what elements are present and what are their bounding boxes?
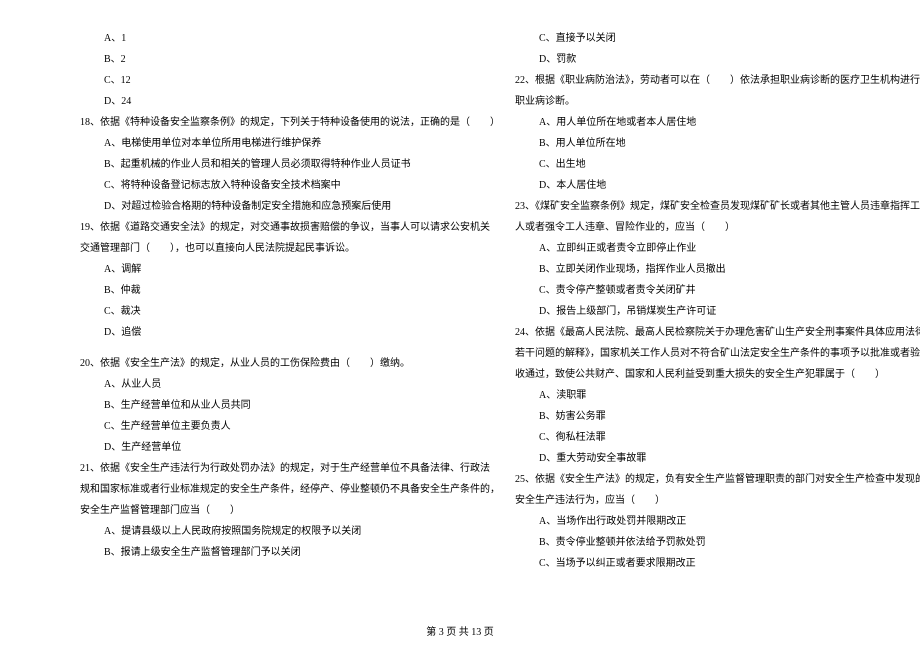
q19-stem-line1: 19、依据《道路交通安全法》的规定，对交通事故损害赔偿的争议，当事人可以请求公安… [80, 217, 500, 238]
q18-option-c: C、将特种设备登记标志放入特种设备安全技术档案中 [80, 175, 500, 196]
q21-option-b: B、报请上级安全生产监督管理部门予以关闭 [80, 542, 500, 563]
q20-stem: 20、依据《安全生产法》的规定，从业人员的工伤保险费由（ ）缴纳。 [80, 353, 500, 374]
q24-option-d: D、重大劳动安全事故罪 [515, 448, 920, 469]
q24-stem-line3: 收通过，致使公共财产、国家和人民利益受到重大损失的安全生产犯罪属于（ ） [515, 364, 920, 385]
spacer [80, 343, 500, 353]
q21-stem-line3: 安全生产监督管理部门应当（ ） [80, 500, 500, 521]
q21-stem-line1: 21、依据《安全生产违法行为行政处罚办法》的规定，对于生产经营单位不具备法律、行… [80, 458, 500, 479]
q23-stem-line1: 23、《煤矿安全监察条例》规定，煤矿安全检查员发现煤矿矿长或者其他主管人员违章指… [515, 196, 920, 217]
right-column: C、直接予以关闭 D、罚款 22、根据《职业病防治法》，劳动者可以在（ ）依法承… [510, 28, 920, 610]
q22-option-b: B、用人单位所在地 [515, 133, 920, 154]
q23-option-b: B、立即关闭作业现场，指挥作业人员撤出 [515, 259, 920, 280]
q24-option-a: A、渎职罪 [515, 385, 920, 406]
q18-stem: 18、依据《特种设备安全监察条例》的规定，下列关于特种设备使用的说法，正确的是（… [80, 112, 500, 133]
q23-option-d: D、报告上级部门，吊销煤炭生产许可证 [515, 301, 920, 322]
q22-option-d: D、本人居住地 [515, 175, 920, 196]
q20-option-c: C、生产经营单位主要负责人 [80, 416, 500, 437]
q21-option-c: C、直接予以关闭 [515, 28, 920, 49]
q23-stem-line2: 人或者强令工人违章、冒险作业的，应当（ ） [515, 217, 920, 238]
q25-option-c: C、当场予以纠正或者要求限期改正 [515, 553, 920, 574]
q25-stem-line2: 安全生产违法行为，应当（ ） [515, 490, 920, 511]
q25-stem-line1: 25、依据《安全生产法》的规定，负有安全生产监督管理职责的部门对安全生产检查中发… [515, 469, 920, 490]
q19-stem-line2: 交通管理部门（ ），也可以直接向人民法院提起民事诉讼。 [80, 238, 500, 259]
page-content: A、1 B、2 C、12 D、24 18、依据《特种设备安全监察条例》的规定，下… [0, 0, 920, 610]
q20-option-b: B、生产经营单位和从业人员共同 [80, 395, 500, 416]
q17-option-a: A、1 [80, 28, 500, 49]
q17-option-d: D、24 [80, 91, 500, 112]
q23-option-a: A、立即纠正或者责令立即停止作业 [515, 238, 920, 259]
q18-option-b: B、起重机械的作业人员和相关的管理人员必须取得特种作业人员证书 [80, 154, 500, 175]
left-column: A、1 B、2 C、12 D、24 18、依据《特种设备安全监察条例》的规定，下… [40, 28, 510, 610]
q25-option-b: B、责令停业整顿并依法给予罚款处罚 [515, 532, 920, 553]
q20-option-d: D、生产经营单位 [80, 437, 500, 458]
q18-option-a: A、电梯使用单位对本单位所用电梯进行维护保养 [80, 133, 500, 154]
q20-option-a: A、从业人员 [80, 374, 500, 395]
q19-option-d: D、追偿 [80, 322, 500, 343]
q24-option-b: B、妨害公务罪 [515, 406, 920, 427]
q18-option-d: D、对超过检验合格期的特种设备制定安全措施和应急预案后使用 [80, 196, 500, 217]
q19-option-b: B、仲裁 [80, 280, 500, 301]
q17-option-b: B、2 [80, 49, 500, 70]
q22-option-c: C、出生地 [515, 154, 920, 175]
q24-option-c: C、徇私枉法罪 [515, 427, 920, 448]
q24-stem-line1: 24、依据《最高人民法院、最高人民检察院关于办理危害矿山生产安全刑事案件具体应用… [515, 322, 920, 343]
q21-option-d: D、罚款 [515, 49, 920, 70]
q23-option-c: C、责令停产整顿或者责令关闭矿井 [515, 280, 920, 301]
q22-option-a: A、用人单位所在地或者本人居住地 [515, 112, 920, 133]
q25-option-a: A、当场作出行政处罚并限期改正 [515, 511, 920, 532]
page-footer: 第 3 页 共 13 页 [0, 623, 920, 638]
q17-option-c: C、12 [80, 70, 500, 91]
q19-option-c: C、裁决 [80, 301, 500, 322]
q21-option-a: A、提请县级以上人民政府按照国务院规定的权限予以关闭 [80, 521, 500, 542]
q22-stem-line1: 22、根据《职业病防治法》，劳动者可以在（ ）依法承担职业病诊断的医疗卫生机构进… [515, 70, 920, 91]
q24-stem-line2: 若干问题的解释》，国家机关工作人员对不符合矿山法定安全生产条件的事项予以批准或者… [515, 343, 920, 364]
q21-stem-line2: 规和国家标准或者行业标准规定的安全生产条件，经停产、停业整顿仍不具备安全生产条件… [80, 479, 500, 500]
q19-option-a: A、调解 [80, 259, 500, 280]
q22-stem-line2: 职业病诊断。 [515, 91, 920, 112]
